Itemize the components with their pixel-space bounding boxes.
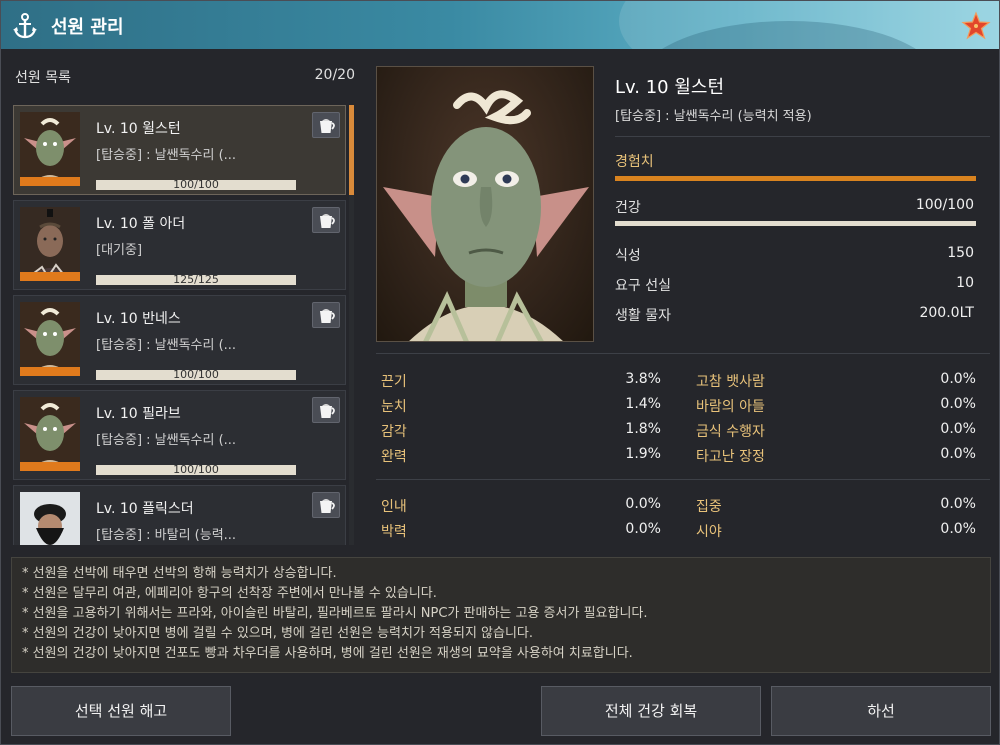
cup-icon [320, 119, 335, 133]
selected-crew-portrait [376, 66, 594, 342]
cup-icon [320, 309, 335, 323]
bearded-portrait [20, 492, 80, 545]
stat-value: 0.0% [625, 521, 661, 537]
divider [615, 136, 990, 137]
note-line: * 선원을 고용하기 위해서는 프라와, 아이슬린 바탈리, 필라베르토 팔라시… [22, 606, 648, 621]
goblin-portrait [383, 90, 589, 341]
stat-value: 0.0% [940, 371, 976, 387]
stat-value: 3.8% [625, 371, 661, 387]
stat-label: 시야 [696, 524, 722, 540]
dismiss-crew-button[interactable]: 선택 선원 해고 [11, 686, 231, 736]
experience-label: 경험치 [615, 154, 654, 170]
crew-hp-text: 125/125 [173, 273, 219, 286]
crew-status: [탑승중] : 날쌘독수리 (... [96, 338, 237, 353]
crew-list-scrollbar[interactable] [349, 105, 354, 545]
crew-hp-text: 100/100 [173, 178, 219, 191]
crew-status: [대기중] [96, 243, 143, 258]
starfish-icon[interactable] [961, 11, 991, 41]
experience-bar [615, 176, 976, 181]
window-title: 선원 관리 [51, 17, 124, 38]
stat-value: 0.0% [625, 496, 661, 512]
cup-icon [320, 499, 335, 513]
crew-list-item[interactable]: Lv. 10 플릭스더 [탑승중] : 바탈리 (능력... [13, 485, 346, 545]
stat-label: 끈기 [381, 374, 407, 390]
stat-value: 1.8% [625, 421, 661, 437]
appetite-value: 150 [947, 245, 974, 261]
goblin-portrait [20, 112, 80, 186]
stat-label: 완력 [381, 449, 407, 465]
cup-icon [320, 404, 335, 418]
title-bar: 선원 관리 [1, 1, 999, 49]
health-value: 100/100 [915, 197, 974, 213]
crew-list-item[interactable]: Lv. 10 윌스턴 [탑승중] : 날쌘독수리 (... 100/100 [13, 105, 346, 195]
disembark-button[interactable]: 하선 [771, 686, 991, 736]
divider [376, 353, 990, 354]
detail-crew-status: [탑승중] : 날쌘독수리 (능력치 적용) [615, 109, 812, 124]
cup-button[interactable] [312, 112, 340, 138]
stat-label: 고참 뱃사람 [696, 374, 765, 390]
stat-value: 0.0% [940, 521, 976, 537]
stat-label: 금식 수행자 [696, 424, 765, 440]
note-line: * 선원의 건강이 낮아지면 건포도 빵과 차우더를 사용하며, 병에 걸린 선… [22, 646, 633, 661]
crew-hp-text: 100/100 [173, 463, 219, 476]
note-line: * 선원의 건강이 낮아지면 병에 걸릴 수 있으며, 병에 걸린 선원은 능력… [22, 626, 534, 641]
cup-button[interactable] [312, 302, 340, 328]
crew-status: [탑승중] : 바탈리 (능력... [96, 528, 237, 543]
stat-value: 0.0% [940, 396, 976, 412]
living-supplies-label: 생활 물자 [615, 308, 671, 324]
required-cabin-label: 요구 선실 [615, 278, 671, 294]
crew-name: Lv. 10 필라브 [96, 406, 181, 422]
stat-label: 집중 [696, 499, 722, 515]
stat-value: 0.0% [940, 446, 976, 462]
stat-label: 감각 [381, 424, 407, 440]
crew-management-window: 선원 관리 선원 목록 20/20 Lv. 10 윌스턴 [탑승중]: 날쌘독… [0, 0, 1000, 745]
crew-list-item[interactable]: Lv. 10 폴 아더 [대기중] 125/125 [13, 200, 346, 290]
crew-list-item[interactable]: Lv. 10 반네스 [탑승중] : 날쌘독수리 (... 100/100 [13, 295, 346, 385]
crew-status: [탑승중] : 날쌘독수리 (... [96, 433, 237, 448]
crew-name: Lv. 10 윌스턴 [96, 121, 181, 137]
required-cabin-value: 10 [956, 275, 974, 291]
health-label: 건강 [615, 200, 641, 216]
cup-button[interactable] [312, 207, 340, 233]
living-supplies-value: 200.0LT [919, 305, 974, 321]
cup-icon [320, 214, 335, 228]
sailor-portrait [20, 207, 80, 281]
heal-all-button[interactable]: 전체 건강 회복 [541, 686, 761, 736]
crew-hp-text: 100/100 [173, 368, 219, 381]
stat-label: 타고난 장정 [696, 449, 765, 465]
note-line: * 선원을 선박에 태우면 선박의 항해 능력치가 상승합니다. [22, 566, 337, 581]
cup-button[interactable] [312, 492, 340, 518]
crew-status: [탑승중] : 날쌘독수리 (... [96, 148, 237, 163]
stat-value: 0.0% [940, 421, 976, 437]
stat-label: 인내 [381, 499, 407, 515]
stat-value: 1.9% [625, 446, 661, 462]
divider [376, 479, 990, 480]
info-notes: * 선원을 선박에 태우면 선박의 항해 능력치가 상승합니다. * 선원은 달… [11, 557, 991, 673]
crew-list-item[interactable]: Lv. 10 필라브 [탑승중] : 날쌘독수리 (... 100/100 [13, 390, 346, 480]
cup-button[interactable] [312, 397, 340, 423]
stat-label: 눈치 [381, 399, 407, 415]
crew-list[interactable]: Lv. 10 윌스턴 [탑승중] : 날쌘독수리 (... 100/100 Lv… [11, 101, 361, 545]
crew-name: Lv. 10 폴 아더 [96, 216, 186, 232]
crew-list-count: 20/20 [314, 67, 355, 83]
stat-label: 박력 [381, 524, 407, 540]
note-line: * 선원은 달무리 여관, 에페리아 항구의 선착장 주변에서 만나볼 수 있습… [22, 586, 437, 601]
crew-list-header: 선원 목록 20/20 [15, 67, 355, 87]
stat-label: 바람의 아들 [696, 399, 765, 415]
appetite-label: 식성 [615, 248, 641, 264]
crew-name: Lv. 10 플릭스더 [96, 501, 194, 517]
anchor-icon [13, 13, 37, 39]
crew-list-title: 선원 목록 [15, 70, 71, 86]
stat-value: 0.0% [940, 496, 976, 512]
goblin-portrait [20, 302, 80, 376]
scrollbar-thumb[interactable] [349, 105, 354, 195]
detail-crew-name: Lv. 10 윌스턴 [615, 77, 725, 98]
health-bar [615, 221, 976, 226]
crew-name: Lv. 10 반네스 [96, 311, 181, 327]
goblin-portrait [20, 397, 80, 471]
stat-value: 1.4% [625, 396, 661, 412]
